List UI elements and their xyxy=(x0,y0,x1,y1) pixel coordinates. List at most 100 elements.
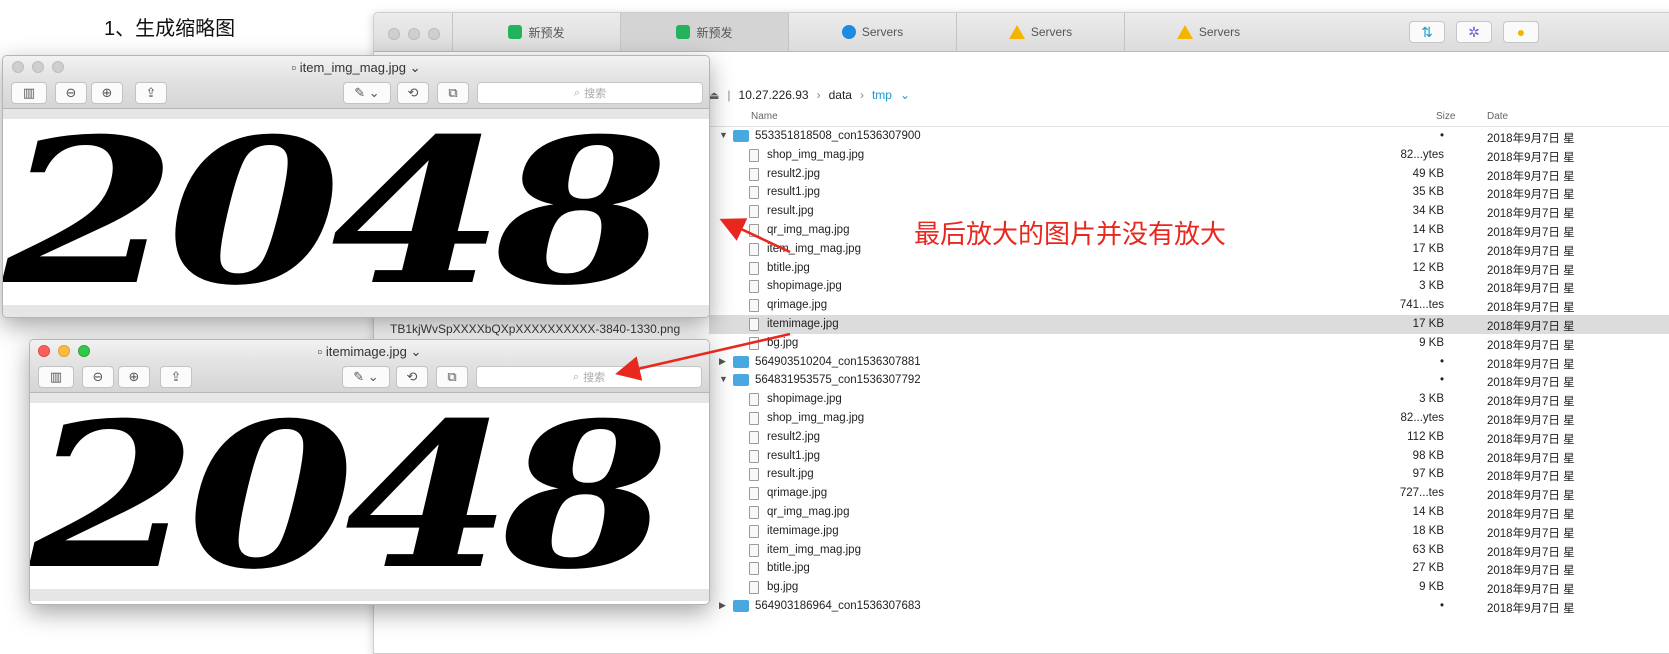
minimize-button[interactable] xyxy=(408,28,420,40)
image-content: 2048 xyxy=(3,119,669,305)
disclosure-closed-icon[interactable]: ▶ xyxy=(719,600,726,611)
file-row[interactable]: result2.jpg 112 KB 2018年9月7日 星 xyxy=(709,428,1669,447)
search-icon: ⌕ xyxy=(573,86,581,99)
column-size[interactable]: Size xyxy=(1436,111,1455,122)
notice-icon[interactable]: ● xyxy=(1503,21,1539,43)
file-row[interactable]: btitle.jpg 27 KB 2018年9月7日 星 xyxy=(709,559,1669,578)
markup-icon[interactable]: ✎ ⌄ xyxy=(343,82,391,104)
share-icon[interactable]: ⇪ xyxy=(160,366,192,388)
row-name: result2.jpg xyxy=(767,167,821,180)
tab-0[interactable]: 新预发 xyxy=(452,13,620,51)
row-date: 2018年9月7日 星 xyxy=(1487,358,1575,371)
file-row[interactable]: shop_img_mag.jpg 82...ytes 2018年9月7日 星 xyxy=(709,409,1669,428)
toolbox-icon[interactable]: ⧉ xyxy=(437,82,469,104)
file-row[interactable]: itemimage.jpg 18 KB 2018年9月7日 星 xyxy=(709,522,1669,541)
folder-row[interactable]: ▼ 553351818508_con1536307900 • 2018年9月7日 星 xyxy=(709,127,1669,146)
chevron-down-icon[interactable]: ⌄ xyxy=(410,60,421,75)
disclosure-closed-icon[interactable]: ▶ xyxy=(719,356,726,367)
file-icon xyxy=(749,505,759,519)
file-icon: ▫ xyxy=(291,60,297,75)
row-name: 564831953575_con1536307792 xyxy=(755,374,921,387)
path-current[interactable]: tmp xyxy=(872,88,892,102)
folder-icon xyxy=(733,130,749,142)
row-name: btitle.jpg xyxy=(767,261,810,274)
zoom-out-icon[interactable]: ⊖ xyxy=(55,82,87,104)
tab-2[interactable]: Servers xyxy=(788,13,956,51)
zoom-out-icon[interactable]: ⊖ xyxy=(82,366,114,388)
row-name: itemimage.jpg xyxy=(767,524,839,537)
row-size: 49 KB xyxy=(1412,167,1444,180)
chevron-down-icon[interactable]: ⌄ xyxy=(410,344,421,359)
file-row[interactable]: itemimage.jpg 17 KB 2018年9月7日 星 xyxy=(709,314,1669,334)
window-title: ▫ itemimage.jpg ⌄ xyxy=(317,344,422,359)
row-date: 2018年9月7日 星 xyxy=(1487,151,1575,164)
window-title: ▫ item_img_mag.jpg ⌄ xyxy=(291,60,421,75)
row-size: 97 KB xyxy=(1412,468,1444,481)
disclosure-open-icon[interactable]: ▼ xyxy=(719,374,728,384)
file-row[interactable]: qrimage.jpg 741...tes 2018年9月7日 星 xyxy=(709,296,1669,315)
image-content: 2048 xyxy=(30,403,669,589)
row-date: 2018年9月7日 星 xyxy=(1487,527,1575,540)
row-size: 17 KB xyxy=(1412,242,1444,255)
row-size: 14 KB xyxy=(1412,223,1444,236)
file-row[interactable]: shopimage.jpg 3 KB 2018年9月7日 星 xyxy=(709,390,1669,409)
file-row[interactable]: result1.jpg 35 KB 2018年9月7日 星 xyxy=(709,183,1669,202)
eject-icon[interactable]: ⏏ xyxy=(709,89,719,102)
folder-row[interactable]: ▶ 564903186964_con1536307683 • 2018年9月7日 星 xyxy=(709,597,1669,616)
file-row[interactable]: result2.jpg 49 KB 2018年9月7日 星 xyxy=(709,165,1669,184)
file-row[interactable]: shop_img_mag.jpg 82...ytes 2018年9月7日 星 xyxy=(709,146,1669,165)
toolbox-icon[interactable]: ⧉ xyxy=(436,366,468,388)
share-icon[interactable]: ⇪ xyxy=(135,82,167,104)
rotate-icon[interactable]: ⟲ xyxy=(396,366,428,388)
row-name: item_img_mag.jpg xyxy=(767,242,861,255)
flower-icon[interactable]: ✲ xyxy=(1456,21,1492,43)
disclosure-open-icon[interactable]: ▼ xyxy=(719,130,728,140)
file-row[interactable]: bg.jpg 9 KB 2018年9月7日 星 xyxy=(709,578,1669,597)
sidebar-toggle-icon[interactable]: ▥ xyxy=(38,366,74,388)
file-icon xyxy=(749,468,759,482)
folder-row[interactable]: ▼ 564831953575_con1536307792 • 2018年9月7日 星 xyxy=(709,371,1669,390)
row-date: 2018年9月7日 星 xyxy=(1487,208,1575,221)
row-date: 2018年9月7日 星 xyxy=(1487,584,1575,597)
green-tab-icon xyxy=(676,25,691,39)
row-size: 9 KB xyxy=(1419,336,1444,349)
tab-3[interactable]: Servers xyxy=(956,13,1124,51)
zoom-button[interactable] xyxy=(428,28,440,40)
search-icon: ⌕ xyxy=(572,370,580,383)
file-row[interactable]: qrimage.jpg 727...tes 2018年9月7日 星 xyxy=(709,484,1669,503)
row-size: • xyxy=(1439,355,1444,368)
zoom-in-icon[interactable]: ⊕ xyxy=(118,366,150,388)
search-field[interactable]: ⌕ 搜索 xyxy=(477,82,703,104)
rotate-icon[interactable]: ⟲ xyxy=(397,82,429,104)
row-name: itemimage.jpg xyxy=(767,317,839,330)
column-name[interactable]: Name xyxy=(751,111,778,122)
sidebar-toggle-icon[interactable]: ▥ xyxy=(11,82,47,104)
file-row[interactable]: result.jpg 97 KB 2018年9月7日 星 xyxy=(709,465,1669,484)
zoom-in-icon[interactable]: ⊕ xyxy=(91,82,123,104)
transfer-icon[interactable]: ⇅ xyxy=(1409,21,1445,43)
file-row[interactable]: result1.jpg 98 KB 2018年9月7日 星 xyxy=(709,447,1669,466)
close-button[interactable] xyxy=(388,28,400,40)
preview-toolbar: ▥ ⊖ ⊕ ⇪ ✎ ⌄ ⟲ ⧉ ⌕ 搜索 xyxy=(3,78,709,109)
preview-toolbar: ▥ ⊖ ⊕ ⇪ ✎ ⌄ ⟲ ⧉ ⌕ 搜索 xyxy=(30,362,709,393)
markup-icon[interactable]: ✎ ⌄ xyxy=(342,366,390,388)
row-name: qr_img_mag.jpg xyxy=(767,505,850,518)
file-row[interactable]: shopimage.jpg 3 KB 2018年9月7日 星 xyxy=(709,277,1669,296)
row-name: qrimage.jpg xyxy=(767,299,828,312)
tab-4[interactable]: Servers xyxy=(1124,13,1292,51)
image-canvas: 2048 xyxy=(3,119,709,305)
row-name: result1.jpg xyxy=(767,449,821,462)
file-row[interactable]: qr_img_mag.jpg 14 KB 2018年9月7日 星 xyxy=(709,503,1669,522)
file-list: ▼ 553351818508_con1536307900 • 2018年9月7日 星s… xyxy=(709,127,1669,616)
tab-1[interactable]: 新预发 xyxy=(620,13,788,51)
folder-row[interactable]: ▶ 564903510204_con1536307881 • 2018年9月7日 星 xyxy=(709,353,1669,372)
path-dir[interactable]: data xyxy=(829,88,852,102)
search-field[interactable]: ⌕ 搜索 xyxy=(476,366,702,388)
file-row[interactable]: btitle.jpg 12 KB 2018年9月7日 星 xyxy=(709,259,1669,278)
chevron-down-icon[interactable]: ⌄ xyxy=(900,88,910,102)
file-row[interactable]: bg.jpg 9 KB 2018年9月7日 星 xyxy=(709,334,1669,353)
file-row[interactable]: item_img_mag.jpg 63 KB 2018年9月7日 星 xyxy=(709,541,1669,560)
path-host[interactable]: 10.27.226.93 xyxy=(739,88,809,102)
green-tab-icon xyxy=(508,25,523,39)
column-date[interactable]: Date xyxy=(1487,111,1508,122)
